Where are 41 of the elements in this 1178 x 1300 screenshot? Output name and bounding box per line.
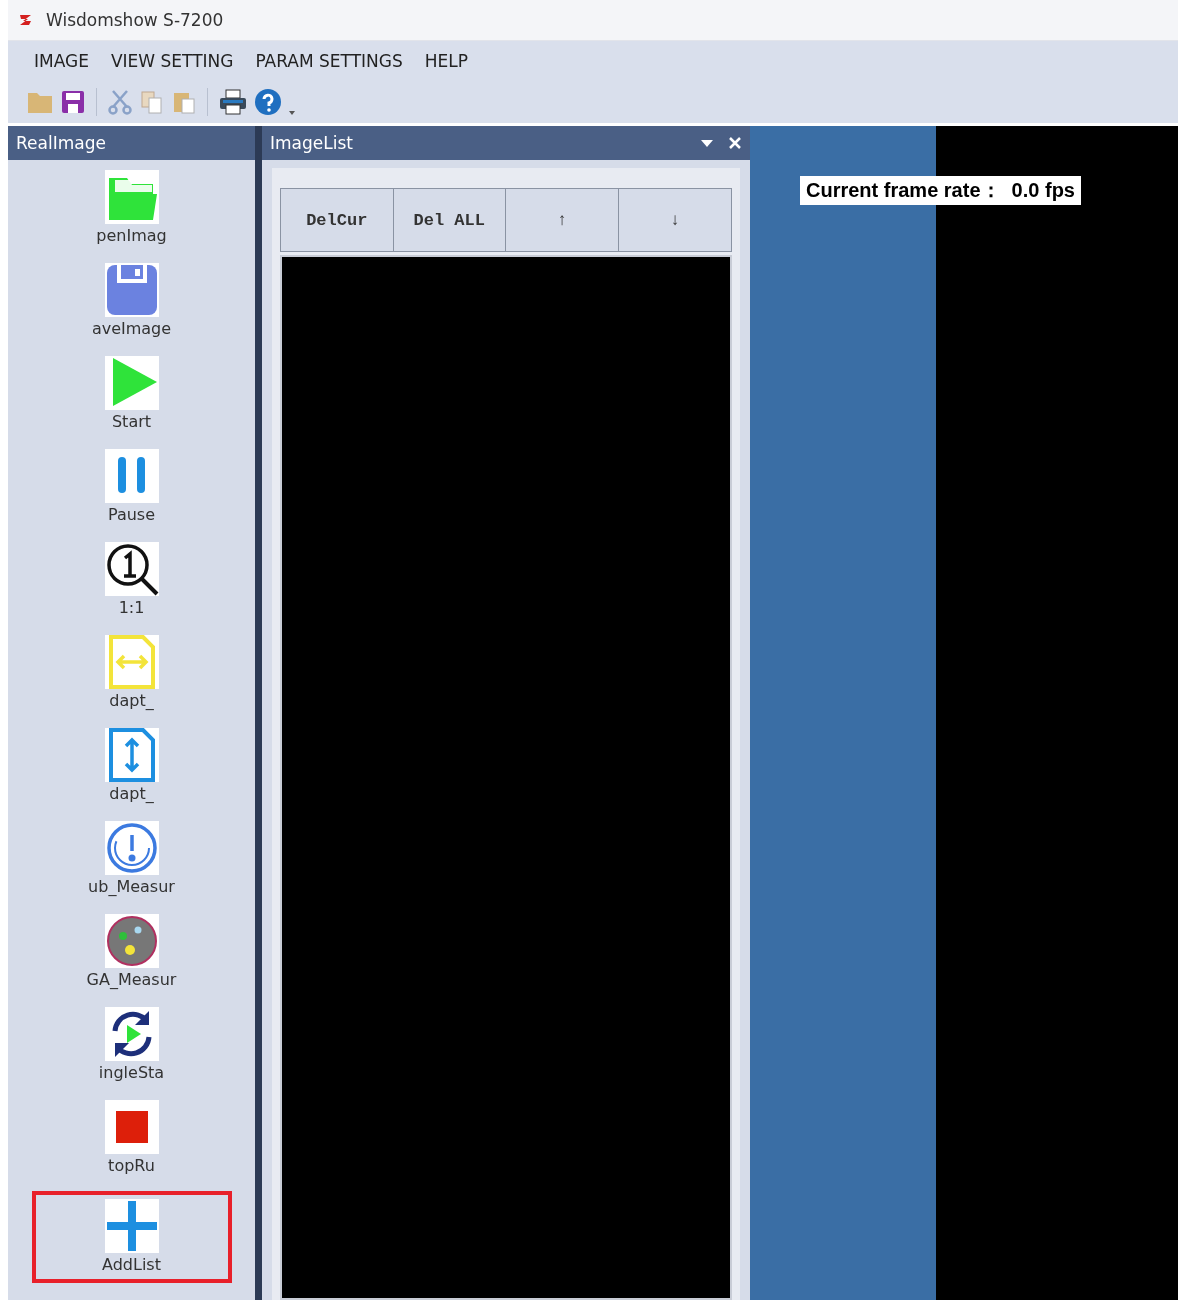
menu-item[interactable]: IMAGE <box>34 51 89 71</box>
tool-button[interactable]: penImag <box>33 170 230 258</box>
tool-button[interactable]: Pause <box>33 449 230 537</box>
tool-button[interactable]: AddList <box>33 1193 230 1281</box>
ball-icon <box>104 914 159 968</box>
menu-item[interactable]: PARAM SETTINGS <box>255 51 403 71</box>
app-logo-icon <box>18 12 34 28</box>
list-button[interactable]: DelCur <box>281 189 394 251</box>
tool-button[interactable]: 1:1 <box>33 542 230 630</box>
folder-icon <box>104 170 159 224</box>
menu-item[interactable]: HELP <box>424 51 469 71</box>
tool-button[interactable]: ingleSta <box>33 1007 230 1095</box>
frame-rate-label: Current frame rate： 0.0 fps <box>800 176 1081 205</box>
plus-icon <box>104 1199 159 1253</box>
printer-icon[interactable] <box>218 88 248 116</box>
close-icon[interactable] <box>728 136 742 150</box>
panel-title: ImageList <box>270 133 353 153</box>
list-button[interactable]: Del ALL <box>393 189 506 251</box>
save-icon <box>104 263 159 317</box>
tool-button[interactable]: dapt_ <box>33 635 230 723</box>
dropdown-icon[interactable] <box>288 109 296 117</box>
gauge-icon <box>104 821 159 875</box>
dropdown-icon[interactable] <box>700 138 714 148</box>
panel-title: RealImage <box>16 133 106 153</box>
tool-button[interactable]: ub_Measur <box>33 821 230 909</box>
help-icon[interactable] <box>254 88 282 116</box>
zoom-icon <box>104 542 159 596</box>
menu-item[interactable]: VIEW SETTING <box>110 51 234 71</box>
pause-icon <box>104 449 159 503</box>
stop-icon <box>104 1100 159 1154</box>
play-icon <box>104 356 159 410</box>
refresh-icon <box>104 1007 159 1061</box>
tool-button[interactable]: dapt_ <box>33 728 230 816</box>
save-icon[interactable] <box>60 89 86 115</box>
tool-button[interactable]: aveImage <box>33 263 230 351</box>
list-button[interactable]: ↓ <box>618 189 731 251</box>
tool-button[interactable]: GA_Measur <box>33 914 230 1002</box>
tool-button[interactable]: Start <box>33 356 230 444</box>
window-title: Wisdomshow S-7200 <box>46 10 224 30</box>
list-button[interactable]: ↑ <box>506 189 619 251</box>
tool-button[interactable]: topRu <box>33 1100 230 1188</box>
